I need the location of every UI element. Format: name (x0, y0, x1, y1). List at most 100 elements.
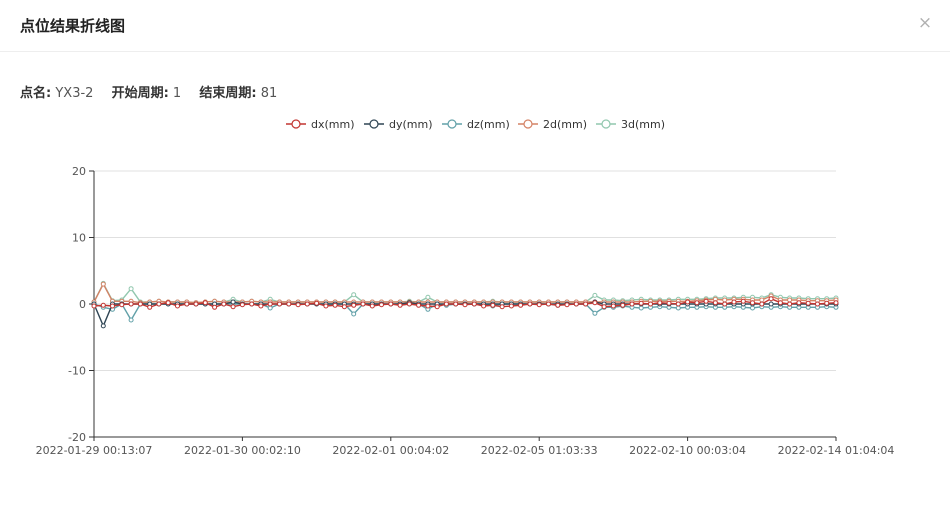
data-point (564, 302, 570, 308)
point-name-label: 点名: (20, 86, 52, 101)
data-point (369, 303, 375, 309)
data-point (629, 301, 635, 307)
data-point (546, 301, 551, 307)
data-point (815, 301, 820, 307)
data-point (824, 300, 830, 306)
line-chart: 20 10 0 -10 -202022-01-29 00:13:07 2022-01-30… (36, 118, 895, 457)
data-point (128, 317, 134, 323)
data-point (796, 300, 802, 306)
data-point (100, 302, 106, 308)
dialog-title: 点位结果折线图 (20, 17, 126, 35)
data-point (406, 301, 412, 307)
data-point (731, 299, 737, 305)
data-point (471, 301, 477, 307)
data-point (351, 311, 357, 317)
data-point (221, 301, 227, 307)
data-point (91, 303, 97, 309)
data-point (685, 299, 691, 305)
data-point (267, 305, 273, 311)
data-point (666, 300, 672, 306)
data-point (592, 292, 598, 298)
legend-label: 3d(mm) (621, 118, 665, 131)
data-point (184, 301, 190, 307)
data-point (777, 300, 783, 306)
data-point (601, 304, 607, 310)
data-point (295, 302, 301, 308)
data-point (490, 302, 496, 308)
data-point (833, 300, 839, 306)
data-point (332, 302, 338, 308)
data-point (147, 304, 153, 310)
legend-label: dx(mm) (311, 118, 355, 131)
data-point (388, 301, 394, 307)
data-point (416, 302, 422, 308)
y-tick-label: 10 (72, 232, 86, 245)
dialog-header: 点位结果折线图 × (0, 0, 950, 52)
y-tick-label: -20 (68, 431, 86, 444)
data-point (239, 302, 245, 308)
end-period-label: 结束周期: (199, 86, 257, 101)
data-point (638, 305, 644, 311)
data-point (583, 301, 589, 307)
data-point (462, 302, 468, 308)
data-point (128, 301, 134, 307)
data-point (675, 301, 681, 307)
data-point (648, 301, 653, 307)
data-point (137, 301, 143, 307)
legend-swatch-marker (291, 119, 301, 129)
data-point (286, 301, 292, 307)
data-point (573, 301, 579, 307)
data-point (351, 292, 357, 298)
data-point (675, 305, 681, 311)
legend-label: 2d(mm) (543, 118, 587, 131)
y-tick-label: -10 (68, 365, 86, 378)
start-period-value: 1 (172, 86, 182, 101)
data-point (638, 300, 644, 306)
data-point (230, 304, 236, 310)
legend-swatch-marker (523, 119, 533, 129)
data-point (787, 301, 793, 307)
data-point (508, 303, 514, 309)
data-point (341, 304, 347, 310)
data-point (193, 301, 199, 307)
data-point (425, 303, 431, 309)
legend-label: dy(mm) (389, 118, 433, 131)
data-point (759, 301, 765, 307)
data-point (610, 303, 616, 309)
data-point (592, 310, 598, 316)
data-point (110, 303, 115, 309)
data-point (100, 281, 106, 287)
x-tick-label: 2022-01-30 00:02:10 (184, 444, 301, 457)
data-point (740, 298, 746, 304)
legend-swatch-marker (447, 119, 457, 129)
data-point (304, 301, 310, 307)
end-period-value: 81 (260, 86, 278, 101)
legend-swatch-marker (369, 119, 379, 129)
data-point (434, 304, 440, 310)
data-point (592, 300, 598, 306)
data-point (175, 303, 180, 309)
data-point (351, 302, 357, 308)
point-name-value: YX3-2 (55, 86, 94, 101)
data-point (119, 302, 125, 308)
y-tick-label: 20 (72, 165, 86, 178)
x-tick-label: 2022-01-29 00:13:07 (36, 444, 153, 457)
data-point (249, 301, 255, 307)
data-point (314, 300, 320, 306)
data-point (230, 299, 236, 305)
x-tick-label: 2022-02-10 00:03:04 (629, 444, 746, 457)
data-point (768, 301, 774, 307)
data-point (202, 300, 208, 306)
data-point (258, 303, 264, 309)
data-point (805, 300, 811, 306)
data-point (397, 302, 403, 308)
data-point (712, 300, 718, 306)
data-point (555, 302, 561, 308)
close-icon[interactable]: × (916, 14, 934, 32)
x-tick-label: 2022-02-14 01:04:04 (778, 444, 895, 457)
data-point (620, 302, 626, 308)
data-point (481, 303, 487, 309)
x-tick-label: 2022-02-01 00:04:02 (332, 444, 449, 457)
data-point (657, 300, 663, 306)
data-point (787, 297, 793, 303)
